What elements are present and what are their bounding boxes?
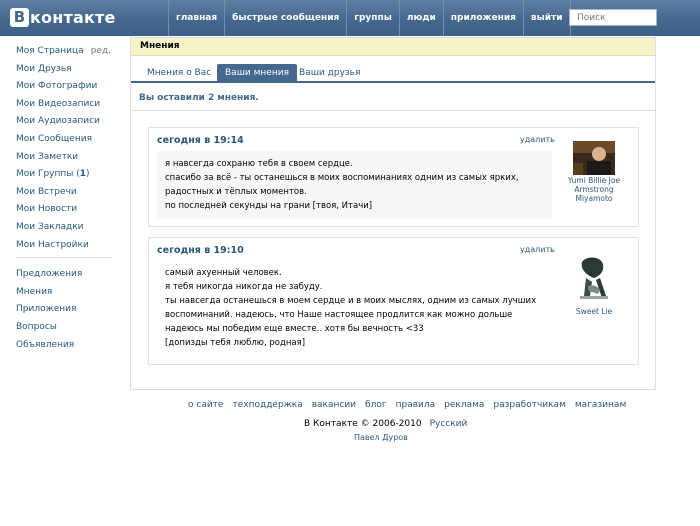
footer-link-shops[interactable]: магазинам (575, 400, 626, 410)
opinion-card: сегодня в 19:10 удалить самый ахуенный ч… (148, 237, 639, 365)
sidebar-item-label: Моя Страница (16, 46, 84, 56)
avatar[interactable] (573, 141, 615, 175)
edit-link[interactable]: ред. (91, 46, 111, 56)
avatar[interactable] (576, 256, 612, 302)
sidebar-item-offers[interactable]: Предложения (16, 267, 112, 285)
footer-links: о сайте техподдержка вакансии блог прави… (188, 400, 635, 410)
nav-home[interactable]: главная (168, 0, 224, 36)
footer-link-blog[interactable]: блог (365, 400, 387, 410)
opinion-line: спасибо за всё - ты останешься в моих во… (165, 173, 519, 183)
footer-copyright: В Контакте © 2006-2010 Русский (304, 419, 467, 429)
sidebar-item-events[interactable]: Мои Встречи (16, 185, 112, 203)
nav-quick-messages[interactable]: быстрые сообщения (224, 0, 346, 36)
sidebar-item-photos[interactable]: Мои Фотографии (16, 79, 112, 97)
tab-opinions-about-you[interactable]: Мнения о Вас (139, 64, 219, 83)
author-name-line: Yumi Billie Joe (567, 176, 621, 185)
opinions-summary: Вы оставили 2 мнения. (139, 93, 259, 103)
footer-link-about[interactable]: о сайте (188, 400, 223, 410)
sidebar-item-settings[interactable]: Мои Настройки (16, 238, 112, 256)
footer-link-rules[interactable]: правила (396, 400, 436, 410)
sidebar: Моя Страница ред. Мои Друзья Мои Фотограф… (16, 44, 112, 355)
author-name-line: Armstrong (574, 185, 614, 194)
nav-apps[interactable]: приложения (442, 0, 523, 36)
delete-link[interactable]: удалить (520, 245, 555, 254)
opinion-line: [допизды тебя люблю, родная] (165, 338, 306, 348)
nav-logout[interactable]: выйти (522, 0, 571, 36)
copyright-text: В Контакте © 2006-2010 (304, 419, 422, 429)
header-bar: В контакте главная быстрые сообщения гру… (0, 0, 700, 36)
footer-link-developers[interactable]: разработчикам (493, 400, 565, 410)
footer-author-link[interactable]: Павел Дуров (354, 433, 408, 442)
tab-bar: Мнения о Вас Ваши мнения Ваши друзья (131, 64, 655, 83)
sidebar-divider (16, 257, 112, 259)
opinion-line: я тебя никогда никогда не забуду. (165, 282, 323, 292)
opinion-line: ты навсегда останешься в моем сердце и в… (165, 296, 537, 306)
opinion-date: сегодня в 19:14 (157, 135, 244, 146)
vk-logo[interactable]: В контакте (10, 6, 116, 28)
sidebar-item-groups[interactable]: Мои Группы (1) (16, 167, 112, 185)
opinion-text: самый ахуенный человек. я тебя никогда н… (157, 260, 552, 356)
page-title: Мнения (131, 38, 655, 56)
sidebar-item-notes[interactable]: Мои Заметки (16, 150, 112, 168)
sidebar-item-label: Мои Группы (16, 169, 74, 180)
opinion-line: я навсегда сохраню тебя в своем сердце. (165, 159, 353, 169)
footer-link-support[interactable]: техподдержка (232, 400, 302, 410)
opinion-card: сегодня в 19:14 удалить я навсегда сохра… (148, 127, 639, 227)
sidebar-item-opinions[interactable]: Мнения (16, 285, 112, 303)
nav-groups[interactable]: группы (346, 0, 399, 36)
groups-count: 1 (79, 169, 87, 180)
language-link[interactable]: Русский (430, 419, 468, 429)
logo-text: контакте (30, 7, 116, 27)
opinion-line: самый ахуенный человек. (165, 268, 282, 278)
tab-your-opinions[interactable]: Ваши мнения (217, 64, 297, 83)
sidebar-item-messages[interactable]: Мои Сообщения (16, 132, 112, 150)
footer-link-ads[interactable]: реклама (444, 400, 484, 410)
opinion-line: воспоминаний. надеюсь, что Наше настояще… (165, 310, 513, 320)
top-navigation: главная быстрые сообщения группы люди пр… (168, 0, 571, 36)
sidebar-item-friends[interactable]: Мои Друзья (16, 62, 112, 80)
sidebar-item-bookmarks[interactable]: Мои Закладки (16, 220, 112, 238)
search-input[interactable] (569, 9, 657, 26)
sidebar-item-audio[interactable]: Мои Аудиозаписи (16, 114, 112, 132)
tab-your-friends[interactable]: Ваши друзья (291, 64, 368, 83)
sidebar-item-videos[interactable]: Мои Видеозаписи (16, 97, 112, 115)
sidebar-item-questions[interactable]: Вопросы (16, 320, 112, 338)
author-name[interactable]: Sweet Lie (557, 307, 631, 316)
author-name[interactable]: Yumi Billie Joe Armstrong Miyamoto (557, 176, 631, 203)
opinion-line: радостных и тёплых моментов. (165, 187, 307, 197)
delete-link[interactable]: удалить (520, 135, 555, 144)
sidebar-item-ads[interactable]: Объявления (16, 338, 112, 356)
author-name-line: Miyamoto (575, 194, 613, 203)
opinion-date: сегодня в 19:10 (157, 245, 244, 256)
sidebar-item-applications[interactable]: Приложения (16, 302, 112, 320)
summary-bar: Вы оставили 2 мнения. (131, 85, 655, 111)
opinion-line: надеюсь мы победим еще вместе.. хотя бы … (165, 324, 424, 334)
opinion-text: я навсегда сохраню тебя в своем сердце. … (157, 151, 552, 219)
opinion-line: по последней секунды на грани [твоя, Ита… (165, 201, 373, 211)
footer-link-jobs[interactable]: вакансии (312, 400, 356, 410)
sidebar-item-news[interactable]: Мои Новости (16, 202, 112, 220)
logo-mark: В (10, 7, 29, 27)
sidebar-item-my-page[interactable]: Моя Страница ред. (16, 44, 112, 62)
nav-people[interactable]: люди (398, 0, 443, 36)
main-panel: Мнения Мнения о Вас Ваши мнения Ваши дру… (130, 37, 656, 390)
